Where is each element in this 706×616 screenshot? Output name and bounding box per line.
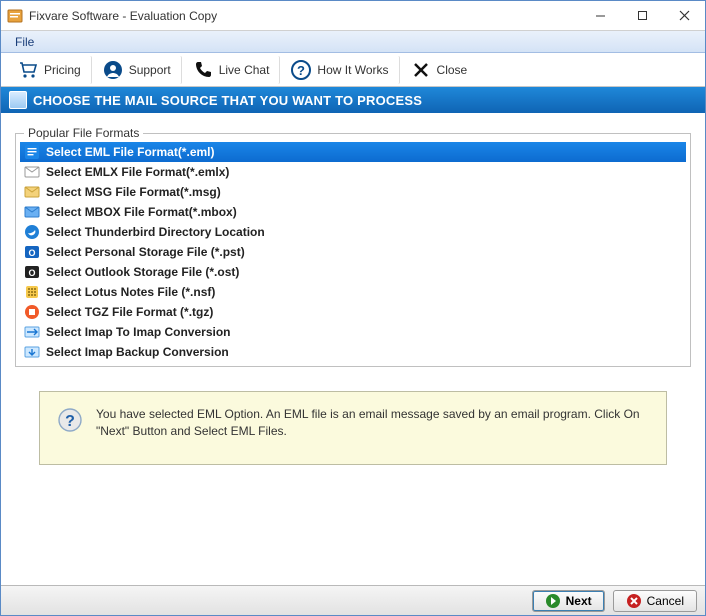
msg-icon [24,184,40,200]
titlebar: Fixvare Software - Evaluation Copy [1,1,705,31]
app-icon [7,8,23,24]
live-chat-button[interactable]: Live Chat [182,56,281,84]
format-item[interactable]: Select Imap To Imap Conversion [20,322,686,342]
format-item[interactable]: Select EML File Format(*.eml) [20,142,686,162]
cancel-label: Cancel [647,594,684,608]
format-item[interactable]: O Select Personal Storage File (*.pst) [20,242,686,262]
window-title: Fixvare Software - Evaluation Copy [29,9,579,23]
support-label: Support [129,63,171,77]
emlx-icon [24,164,40,180]
section-header: CHOOSE THE MAIL SOURCE THAT YOU WANT TO … [1,87,705,113]
cart-icon [17,59,39,81]
imap-backup-icon [24,344,40,360]
section-header-text: CHOOSE THE MAIL SOURCE THAT YOU WANT TO … [33,93,422,108]
phone-icon [192,59,214,81]
close-window-button[interactable] [663,1,705,30]
format-item[interactable]: Select EMLX File Format(*.emlx) [20,162,686,182]
svg-text:O: O [28,268,35,278]
pricing-label: Pricing [44,63,81,77]
live-chat-label: Live Chat [219,63,270,77]
file-formats-groupbox: Popular File Formats Select EML File For… [15,133,691,367]
format-item-label: Select Personal Storage File (*.pst) [46,245,245,259]
format-item[interactable]: O Select Outlook Storage File (*.ost) [20,262,686,282]
format-item-label: Select EML File Format(*.eml) [46,145,215,159]
mbox-icon [24,204,40,220]
format-item[interactable]: Select MBOX File Format(*.mbox) [20,202,686,222]
close-label: Close [437,63,468,77]
format-item[interactable]: Select Lotus Notes File (*.nsf) [20,282,686,302]
format-item[interactable]: Select TGZ File Format (*.tgz) [20,302,686,322]
format-item-label: Select Imap Backup Conversion [46,345,229,359]
info-text: You have selected EML Option. An EML fil… [96,406,648,441]
headset-icon [102,59,124,81]
how-it-works-button[interactable]: ? How It Works [280,56,399,84]
format-item-label: Select Lotus Notes File (*.nsf) [46,285,215,299]
minimize-button[interactable] [579,1,621,30]
menubar: File [1,31,705,53]
next-label: Next [566,594,592,608]
cancel-button[interactable]: Cancel [613,590,697,612]
format-item-label: Select Imap To Imap Conversion [46,325,231,339]
format-list: Select EML File Format(*.eml) Select EMLX… [20,142,686,362]
pricing-button[interactable]: Pricing [7,56,92,84]
format-item[interactable]: Select MSG File Format(*.msg) [20,182,686,202]
svg-text:?: ? [65,413,75,430]
format-item-label: Select TGZ File Format (*.tgz) [46,305,213,319]
next-arrow-icon [545,593,561,609]
next-button[interactable]: Next [532,590,605,612]
imap-icon [24,324,40,340]
eml-icon [24,144,40,160]
format-item-label: Select Thunderbird Directory Location [46,225,265,239]
section-header-icon [9,91,27,109]
toolbar: Pricing Support Live Chat ? How It Works… [1,53,705,87]
format-item-label: Select EMLX File Format(*.emlx) [46,165,229,179]
format-item-label: Select Outlook Storage File (*.ost) [46,265,239,279]
nsf-icon [24,284,40,300]
question-icon: ? [290,59,312,81]
footer: Next Cancel [1,585,705,615]
content-area: Popular File Formats Select EML File For… [1,113,705,477]
pst-icon: O [24,244,40,260]
info-icon: ? [58,408,82,432]
how-it-works-label: How It Works [317,63,388,77]
menu-file[interactable]: File [7,33,42,51]
thunderbird-icon [24,224,40,240]
close-icon [410,59,432,81]
format-item[interactable]: Select Imap Backup Conversion [20,342,686,362]
format-item[interactable]: Select Thunderbird Directory Location [20,222,686,242]
tgz-icon [24,304,40,320]
support-button[interactable]: Support [92,56,182,84]
maximize-button[interactable] [621,1,663,30]
close-button[interactable]: Close [400,56,478,84]
info-box: ? You have selected EML Option. An EML f… [39,391,667,465]
format-item-label: Select MSG File Format(*.msg) [46,185,221,199]
ost-icon: O [24,264,40,280]
svg-text:?: ? [297,63,305,78]
cancel-x-icon [626,593,642,609]
svg-text:O: O [28,248,35,258]
format-item-label: Select MBOX File Format(*.mbox) [46,205,237,219]
groupbox-legend: Popular File Formats [24,126,143,140]
